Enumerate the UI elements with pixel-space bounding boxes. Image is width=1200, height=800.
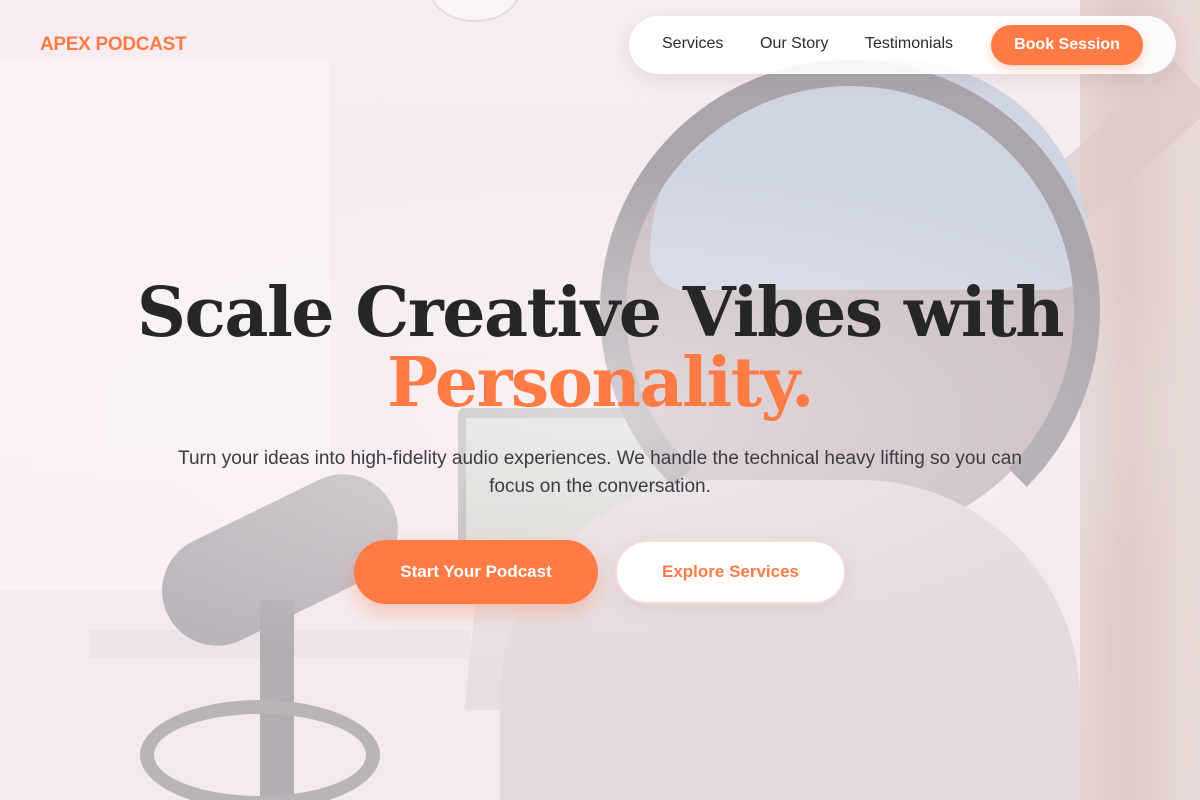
top-navigation: Services Our Story Testimonials Book Ses…	[629, 16, 1176, 74]
explore-services-button[interactable]: Explore Services	[615, 540, 846, 604]
nav-link-services[interactable]: Services	[662, 35, 723, 53]
hero-subtitle: Turn your ideas into high-fidelity audio…	[178, 448, 1022, 497]
hero-title-line1: Scale Creative Vibes with	[136, 273, 1065, 353]
nav-link-testimonials[interactable]: Testimonials	[865, 35, 953, 53]
hero-title-highlight: Personality.	[387, 343, 815, 423]
book-session-button[interactable]: Book Session	[991, 25, 1143, 65]
start-podcast-button[interactable]: Start Your Podcast	[354, 540, 598, 604]
nav-link-our-story[interactable]: Our Story	[760, 35, 828, 53]
hero-title: Scale Creative Vibes with Personality.	[0, 278, 1200, 418]
site-logo[interactable]: APEX PODCAST	[40, 34, 187, 56]
